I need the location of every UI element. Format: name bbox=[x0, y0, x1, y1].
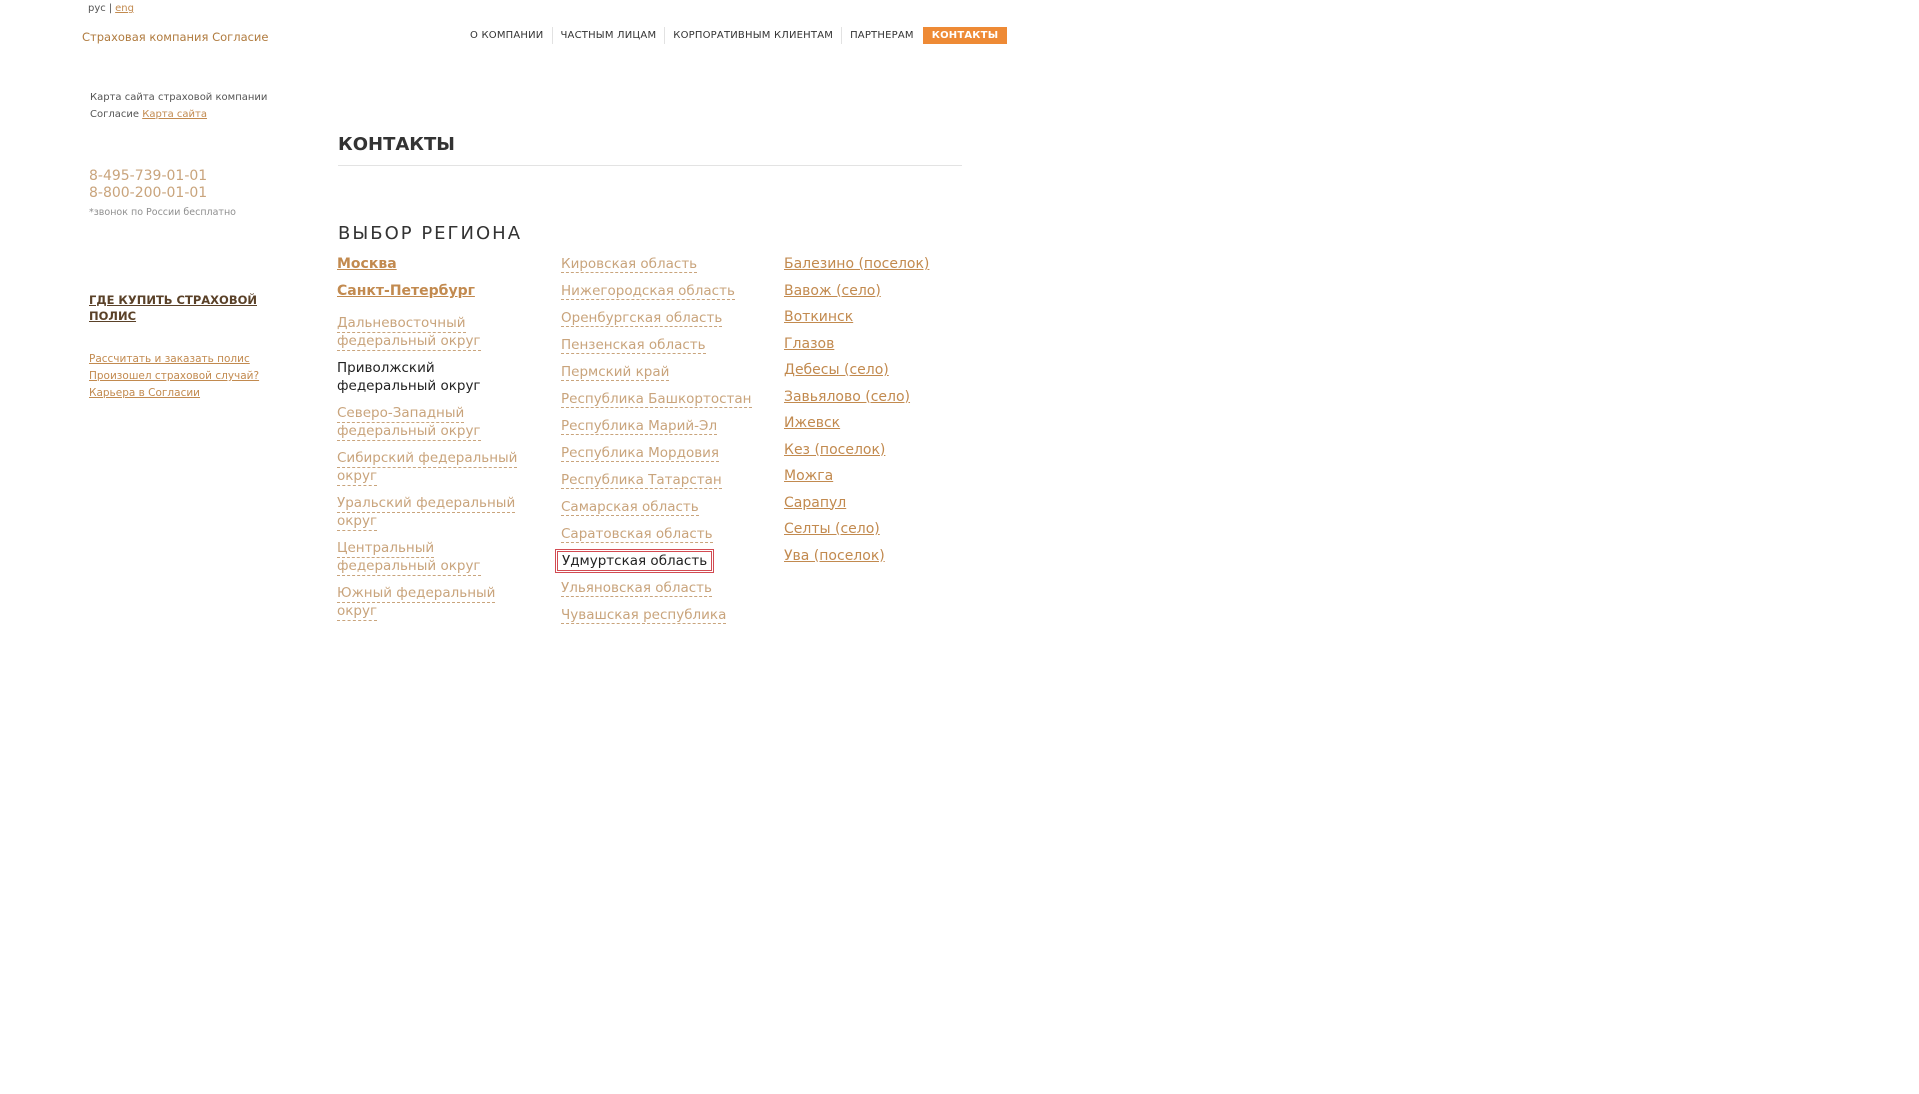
district-line: Приволжский bbox=[337, 360, 435, 376]
where-to-buy-link[interactable]: ГДЕ КУПИТЬ СТРАХОВОЙ ПОЛИС bbox=[89, 292, 269, 324]
sitemap-link[interactable]: Карта сайта bbox=[142, 109, 207, 120]
lang-separator: | bbox=[108, 3, 113, 14]
region-label: Республика Татарстан bbox=[561, 472, 722, 489]
city-link[interactable]: Воткинск bbox=[784, 308, 984, 335]
region-item[interactable]: Нижегородская область bbox=[561, 282, 761, 309]
region-label: Саратовская область bbox=[561, 526, 713, 543]
district-central[interactable]: Центральный федеральный округ bbox=[337, 539, 537, 576]
city-link[interactable]: Вавож (село) bbox=[784, 282, 984, 309]
region-item[interactable]: Пензенская область bbox=[561, 336, 761, 363]
city-link[interactable]: Завьялово (село) bbox=[784, 388, 984, 415]
region-item[interactable]: Республика Мордовия bbox=[561, 444, 761, 471]
city-spb[interactable]: Санкт-Петербург bbox=[337, 282, 537, 309]
region-item[interactable]: Самарская область bbox=[561, 498, 761, 525]
region-label: Чувашская республика bbox=[561, 607, 727, 624]
language-switch: рус | eng bbox=[88, 3, 134, 14]
sitemap-note: Карта сайта страховой компании Согласие … bbox=[90, 89, 290, 123]
region-label: Пермский край bbox=[561, 364, 670, 381]
region-item[interactable]: Республика Марий-Эл bbox=[561, 417, 761, 444]
city-link[interactable]: Можга bbox=[784, 467, 984, 494]
region-label: Ульяновская область bbox=[561, 580, 712, 597]
logo[interactable]: Страховая компания Согласие bbox=[82, 30, 268, 44]
phone-tollfree: 8-800-200-01-01 bbox=[89, 185, 208, 201]
city-link[interactable]: Ижевск bbox=[784, 414, 984, 441]
district-line: Южный федеральный bbox=[337, 585, 496, 603]
district-line: федеральный округ bbox=[337, 333, 481, 351]
district-line: Северо-Западный bbox=[337, 405, 465, 423]
district-line: федеральный округ bbox=[337, 558, 481, 576]
region-label: Кировская область bbox=[561, 256, 698, 273]
region-label: Нижегородская область bbox=[561, 283, 735, 300]
region-item[interactable]: Саратовская область bbox=[561, 525, 761, 552]
career-link[interactable]: Карьера в Согласии bbox=[89, 385, 259, 402]
region-label: Республика Марий-Эл bbox=[561, 418, 718, 435]
district-siberia[interactable]: Сибирский федеральный округ bbox=[337, 449, 537, 486]
district-line: округ bbox=[337, 468, 378, 486]
district-far-east[interactable]: Дальневосточный федеральный округ bbox=[337, 314, 537, 351]
region-label: Республика Мордовия bbox=[561, 445, 720, 462]
nav-contacts[interactable]: КОНТАКТЫ bbox=[922, 27, 1008, 44]
nav-partners[interactable]: ПАРТНЕРАМ bbox=[842, 27, 922, 44]
region-item[interactable]: Оренбургская область bbox=[561, 309, 761, 336]
district-line: Уральский федеральный bbox=[337, 495, 516, 513]
district-volga[interactable]: Приволжский федеральный округ bbox=[337, 359, 537, 395]
phone-moscow: 8-495-739-01-01 bbox=[89, 168, 208, 184]
lang-ru[interactable]: рус bbox=[88, 3, 106, 14]
region-item[interactable]: Кировская область bbox=[561, 255, 761, 282]
district-ural[interactable]: Уральский федеральный округ bbox=[337, 494, 537, 531]
region-label: Удмуртская область bbox=[554, 549, 715, 573]
phones-block: 8-495-739-01-01 8-800-200-01-01 *звонок … bbox=[89, 168, 236, 221]
nav-about[interactable]: О КОМПАНИИ bbox=[462, 27, 553, 44]
region-item-selected[interactable]: Удмуртская область bbox=[554, 549, 761, 579]
region-item[interactable]: Республика Башкортостан bbox=[561, 390, 761, 417]
district-line: округ bbox=[337, 513, 378, 531]
phone-note: *звонок по России бесплатно bbox=[89, 207, 236, 218]
city-link[interactable]: Глазов bbox=[784, 335, 984, 362]
district-line: федеральный округ bbox=[337, 423, 481, 441]
city-link[interactable]: Ува (поселок) bbox=[784, 547, 984, 574]
city-link[interactable]: Селты (село) bbox=[784, 520, 984, 547]
city-moscow[interactable]: Москва bbox=[337, 255, 537, 282]
district-line: Центральный bbox=[337, 540, 435, 558]
region-label: Оренбургская область bbox=[561, 310, 723, 327]
region-label: Самарская область bbox=[561, 499, 699, 516]
city-link[interactable]: Балезино (поселок) bbox=[784, 255, 984, 282]
city-link[interactable]: Кез (поселок) bbox=[784, 441, 984, 468]
district-north-west[interactable]: Северо-Западный федеральный округ bbox=[337, 404, 537, 441]
top-nav: О КОМПАНИИ ЧАСТНЫМ ЛИЦАМ КОРПОРАТИВНЫМ К… bbox=[462, 27, 1008, 44]
calc-policy-link[interactable]: Рассчитать и заказать полис bbox=[89, 351, 259, 368]
region-item[interactable]: Чувашская республика bbox=[561, 606, 761, 633]
districts-column: Москва Санкт-Петербург Дальневосточный ф… bbox=[337, 255, 537, 629]
region-item[interactable]: Пермский край bbox=[561, 363, 761, 390]
city-link[interactable]: Сарапул bbox=[784, 494, 984, 521]
regions-column: Кировская область Нижегородская область … bbox=[554, 255, 761, 633]
sidebar-links: Рассчитать и заказать полис Произошел ст… bbox=[89, 351, 259, 402]
lang-en[interactable]: eng bbox=[115, 3, 134, 14]
region-label: Республика Башкортостан bbox=[561, 391, 752, 408]
nav-private[interactable]: ЧАСТНЫМ ЛИЦАМ bbox=[553, 27, 666, 44]
city-link[interactable]: Дебесы (село) bbox=[784, 361, 984, 388]
region-label: Пензенская область bbox=[561, 337, 706, 354]
page: рус | eng Страховая компания Согласие О КО… bbox=[0, 0, 1919, 1094]
region-item[interactable]: Ульяновская область bbox=[561, 579, 761, 606]
nav-corporate[interactable]: КОРПОРАТИВНЫМ КЛИЕНТАМ bbox=[665, 27, 843, 44]
district-line: федеральный округ bbox=[337, 378, 481, 394]
region-item[interactable]: Республика Татарстан bbox=[561, 471, 761, 498]
region-title: ВЫБОР РЕГИОНА bbox=[338, 223, 523, 244]
page-title: КОНТАКТЫ bbox=[338, 134, 962, 166]
district-line: Дальневосточный bbox=[337, 315, 466, 333]
cities-column: Балезино (поселок) Вавож (село) Воткинск… bbox=[784, 255, 984, 573]
district-south[interactable]: Южный федеральный округ bbox=[337, 584, 537, 621]
insurance-case-link[interactable]: Произошел страховой случай? bbox=[89, 368, 259, 385]
district-line: округ bbox=[337, 603, 378, 621]
district-line: Сибирский федеральный bbox=[337, 450, 518, 468]
